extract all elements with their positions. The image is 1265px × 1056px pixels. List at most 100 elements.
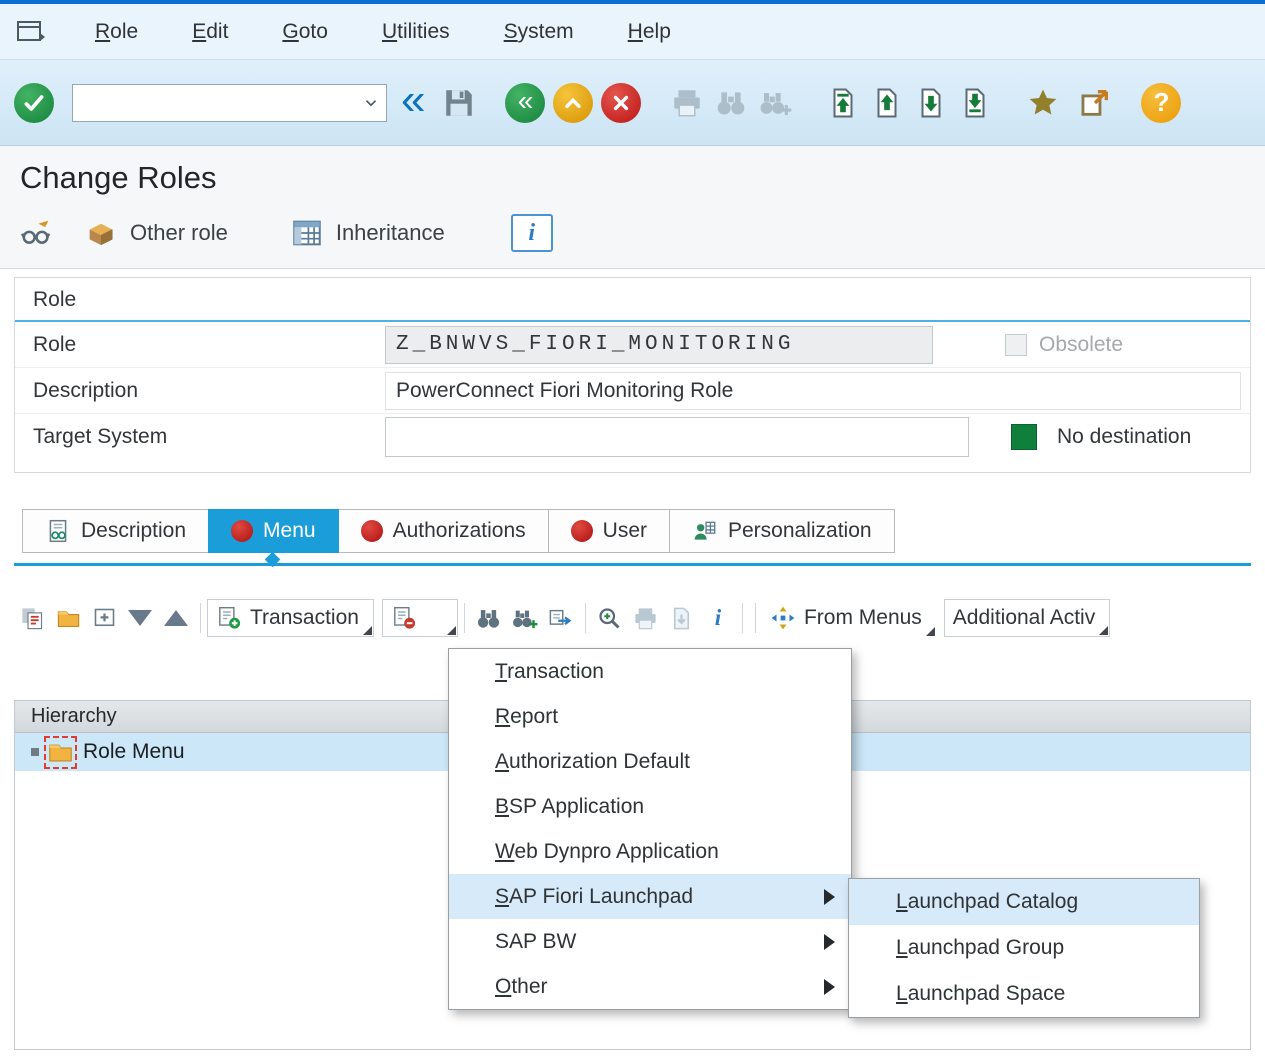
info-icon[interactable]: i: [700, 600, 736, 636]
menu-item-bsp-application[interactable]: BSP Application: [449, 784, 851, 829]
inheritance-table-icon: [290, 216, 324, 250]
find-next-icon: [753, 81, 797, 125]
status-red-icon: [571, 520, 593, 542]
save-button[interactable]: [437, 81, 481, 125]
previous-page-button[interactable]: [865, 81, 909, 125]
page-title: Change Roles: [0, 146, 1265, 202]
display-change-button[interactable]: [20, 216, 54, 250]
document-display-icon: [45, 518, 71, 544]
status-red-icon: [231, 520, 253, 542]
other-role-label: Other role: [130, 220, 228, 246]
exit-button[interactable]: [553, 83, 593, 123]
menu-item-other[interactable]: Other: [449, 964, 851, 1009]
target-system-field-label: Target System: [33, 425, 385, 449]
help-button[interactable]: ?: [1141, 83, 1181, 123]
system-menu-icon[interactable]: [16, 19, 46, 45]
menu-item-label: BSP Application: [495, 795, 644, 819]
from-menus-button[interactable]: From Menus: [762, 599, 936, 637]
tree-expander[interactable]: [31, 748, 39, 756]
menu-item-report[interactable]: Report: [449, 694, 851, 739]
cancel-button[interactable]: [601, 83, 641, 123]
menu-item-sap-bw[interactable]: SAP BW: [449, 919, 851, 964]
inheritance-button[interactable]: Inheritance: [290, 216, 445, 250]
separator: [755, 603, 756, 633]
menu-edit[interactable]: Edit: [165, 20, 255, 44]
add-transaction-button[interactable]: Transaction: [207, 599, 374, 637]
find-icon: [709, 81, 753, 125]
menu-item-sap-fiori-launchpad[interactable]: SAP Fiori Launchpad: [449, 874, 851, 919]
info-icon: i: [528, 220, 535, 247]
no-destination-label: No destination: [1057, 425, 1191, 449]
separator: [200, 603, 201, 633]
find-icon[interactable]: [471, 600, 507, 636]
chevron-down-icon[interactable]: [356, 94, 386, 112]
move-down-icon[interactable]: [122, 600, 158, 636]
first-page-button[interactable]: [821, 81, 865, 125]
transfer-icon[interactable]: [543, 600, 579, 636]
separator: [742, 603, 743, 633]
description-row: Description: [15, 368, 1250, 414]
tab-user[interactable]: User: [548, 509, 670, 553]
submenu-arrow-icon: [824, 979, 835, 995]
create-shortcut-icon[interactable]: [1021, 81, 1065, 125]
menu-utilities[interactable]: Utilities: [355, 20, 477, 44]
description-input[interactable]: [385, 372, 1241, 410]
info-button[interactable]: i: [511, 214, 553, 252]
other-role-box-icon: [84, 216, 118, 250]
destination-status-indicator: [1011, 424, 1037, 450]
menu-item-authorization-default[interactable]: Authorization Default: [449, 739, 851, 784]
tab-label: Personalization: [728, 519, 872, 543]
menu-item-transaction[interactable]: Transaction: [449, 649, 851, 694]
tabstrip: Description Menu Authorizations User Per…: [22, 509, 1265, 553]
help-glyph: ?: [1154, 87, 1170, 118]
tab-menu[interactable]: Menu: [208, 509, 339, 553]
menu-goto[interactable]: Goto: [255, 20, 355, 44]
menu-item-label: Launchpad Group: [896, 936, 1064, 960]
role-field-label: Role: [33, 333, 385, 357]
copy-icon[interactable]: [14, 600, 50, 636]
tree-node-label: Role Menu: [83, 740, 185, 764]
back-chevrons: «: [518, 87, 534, 115]
zoom-in-icon[interactable]: [592, 600, 628, 636]
print-icon: [665, 81, 709, 125]
tab-personalization[interactable]: Personalization: [669, 509, 895, 553]
display-change-glasses-icon: [20, 216, 54, 250]
menu-role[interactable]: Role: [68, 20, 165, 44]
other-role-button[interactable]: Other role: [84, 216, 228, 250]
menu-item-label: Launchpad Catalog: [896, 890, 1078, 914]
personalization-icon: [692, 518, 718, 544]
description-field-label: Description: [33, 379, 385, 403]
menu-system[interactable]: System: [477, 20, 601, 44]
menu-item-label: SAP Fiori Launchpad: [495, 885, 693, 909]
find-next-icon[interactable]: [507, 600, 543, 636]
create-folder-icon[interactable]: [50, 600, 86, 636]
tabstrip-underline: [14, 563, 1251, 566]
additional-activities-button[interactable]: Additional Activ: [944, 599, 1110, 637]
new-session-icon[interactable]: [1073, 81, 1117, 125]
tab-description[interactable]: Description: [22, 509, 209, 553]
last-page-button[interactable]: [953, 81, 997, 125]
sap-gui-window: Role Edit Goto Utilities System Help « «: [0, 0, 1265, 1056]
target-system-input[interactable]: [385, 417, 969, 457]
enter-button[interactable]: [14, 83, 54, 123]
additional-activities-label: Additional Activ: [953, 606, 1095, 630]
tab-authorizations[interactable]: Authorizations: [338, 509, 549, 553]
move-up-icon[interactable]: [158, 600, 194, 636]
submenu-arrow-icon: [824, 889, 835, 905]
insert-object-button[interactable]: [382, 599, 458, 637]
print-icon: [628, 600, 664, 636]
separator: [585, 603, 586, 633]
menu-item-launchpad-space[interactable]: Launchpad Space: [849, 971, 1199, 1017]
next-page-button[interactable]: [909, 81, 953, 125]
menu-item-web-dynpro-application[interactable]: Web Dynpro Application: [449, 829, 851, 874]
menu-item-launchpad-group[interactable]: Launchpad Group: [849, 925, 1199, 971]
back-button[interactable]: «: [505, 83, 545, 123]
submenu-arrow-icon: [824, 934, 835, 950]
insert-node-icon[interactable]: [86, 600, 122, 636]
menu-help[interactable]: Help: [601, 20, 698, 44]
collapse-command-icon[interactable]: «: [401, 80, 425, 120]
folder-icon: [47, 739, 74, 766]
command-input[interactable]: [73, 85, 356, 121]
menu-item-launchpad-catalog[interactable]: Launchpad Catalog: [849, 879, 1199, 925]
standard-toolbar: « «: [0, 60, 1265, 146]
